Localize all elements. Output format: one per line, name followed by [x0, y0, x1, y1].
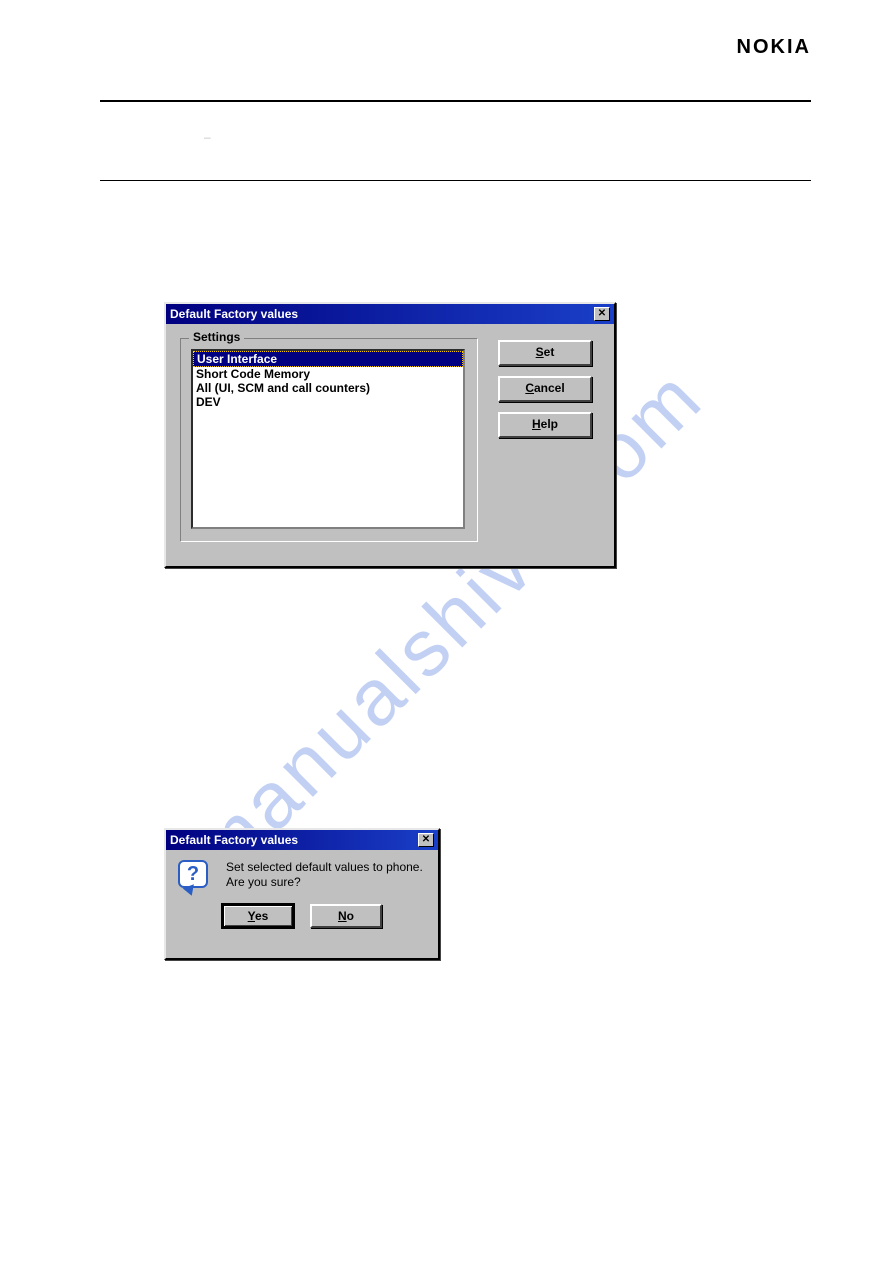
dialog-body: ? Set selected default values to phone. …	[166, 850, 438, 936]
message-line-1: Set selected default values to phone.	[226, 860, 423, 875]
brand-logo: NOKIA	[737, 36, 811, 59]
list-item[interactable]: Short Code Memory	[193, 367, 463, 381]
dialog-confirm: Default Factory values ✕ ? Set selected …	[164, 828, 440, 960]
list-item[interactable]: User Interface	[193, 351, 463, 367]
titlebar[interactable]: Default Factory values ✕	[166, 830, 438, 850]
titlebar[interactable]: Default Factory values ✕	[166, 304, 614, 324]
settings-legend: Settings	[189, 330, 244, 344]
set-button[interactable]: Set	[498, 340, 592, 366]
close-icon[interactable]: ✕	[418, 833, 434, 847]
settings-listbox[interactable]: User Interface Short Code Memory All (UI…	[191, 349, 465, 529]
cancel-button[interactable]: Cancel	[498, 376, 592, 402]
message-row: ? Set selected default values to phone. …	[178, 860, 426, 894]
dialog-default-factory-values: Default Factory values ✕ Settings User I…	[164, 302, 616, 568]
yes-button[interactable]: Yes	[222, 904, 294, 928]
rule-sub	[100, 180, 811, 181]
question-icon: ?	[178, 860, 212, 894]
message-text: Set selected default values to phone. Ar…	[226, 860, 423, 890]
list-item[interactable]: DEV	[193, 395, 463, 409]
dialog-body: Settings User Interface Short Code Memor…	[166, 324, 614, 556]
title-text: Default Factory values	[170, 307, 298, 321]
close-icon[interactable]: ✕	[594, 307, 610, 321]
title-text: Default Factory values	[170, 833, 298, 847]
button-row: Yes No	[178, 904, 426, 928]
page-root: NOKIA – manualshive.com Default Factory …	[0, 0, 893, 1263]
button-column: Set Cancel Help	[498, 338, 592, 542]
subhead-dash: –	[204, 130, 211, 144]
settings-fieldset: Settings User Interface Short Code Memor…	[180, 338, 478, 542]
rule-top	[100, 100, 811, 102]
list-item[interactable]: All (UI, SCM and call counters)	[193, 381, 463, 395]
help-button[interactable]: Help	[498, 412, 592, 438]
message-line-2: Are you sure?	[226, 875, 423, 890]
no-button[interactable]: No	[310, 904, 382, 928]
